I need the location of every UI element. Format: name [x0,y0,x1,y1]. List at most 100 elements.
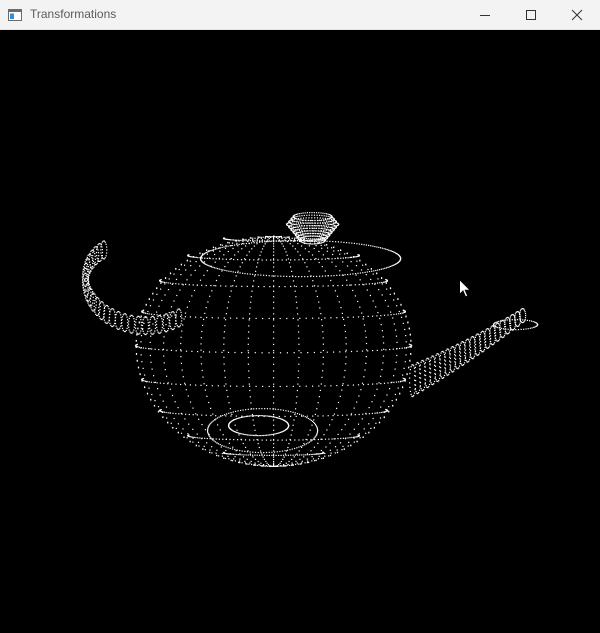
point [244,439,247,441]
point [121,316,124,318]
point [337,241,339,243]
point [253,439,255,441]
point [163,355,165,357]
point [241,433,243,435]
point [414,366,416,368]
point [278,415,280,418]
point [327,223,329,225]
point [96,257,98,259]
point [280,431,282,433]
point [309,227,311,229]
render-viewport[interactable] [0,30,600,628]
title-bar[interactable]: Transformations [0,0,600,30]
point [97,252,100,254]
point [254,462,256,464]
point [150,399,152,401]
point [334,438,336,440]
point [324,258,327,260]
point [94,253,96,255]
point [515,324,517,326]
point [316,214,318,216]
point [151,329,153,331]
point [175,317,177,319]
point [169,316,171,319]
point [170,306,173,308]
point [460,342,462,344]
point [284,286,286,288]
point [293,223,295,225]
point [240,433,242,435]
point [233,244,236,246]
point [385,282,387,284]
point [367,350,369,352]
point [311,222,313,224]
point [305,443,307,445]
point [200,363,203,365]
point [322,234,324,236]
point [305,219,307,222]
point [300,234,302,236]
point [322,451,324,453]
point [215,247,217,249]
point [509,319,511,321]
point [435,379,437,381]
point [86,273,88,276]
point [156,382,158,384]
point [319,275,321,277]
point [453,348,456,350]
point [299,454,301,456]
point [236,418,238,420]
point [273,313,275,315]
point [443,353,446,355]
point [136,360,138,362]
point [110,324,112,326]
point [479,336,481,338]
point [339,395,341,397]
point [92,310,94,312]
point [252,237,254,239]
maximize-button[interactable] [508,0,554,30]
point [177,326,179,328]
point [212,246,215,249]
point [82,279,84,281]
point [297,215,299,217]
point [92,249,94,251]
point [221,444,223,447]
point [263,286,265,288]
point [95,251,98,254]
point [305,240,307,242]
point [324,455,326,457]
point [333,413,335,415]
point [301,233,303,236]
point [211,452,213,454]
point [215,415,217,417]
point [172,311,174,313]
close-button[interactable] [554,0,600,30]
point [350,261,352,263]
point [273,377,275,379]
point [84,267,86,269]
point [439,371,442,373]
point [223,246,225,248]
point [277,417,279,419]
point [476,354,478,356]
point [358,433,360,435]
point [195,413,197,415]
point [240,416,242,418]
point [318,237,320,240]
point [365,413,367,415]
point [263,415,265,417]
point [308,240,310,242]
point [98,298,100,300]
point [342,437,344,439]
point [294,290,296,292]
point [365,356,367,358]
point [148,387,150,389]
point [216,417,219,419]
point [332,415,334,417]
point [320,313,322,315]
point [162,281,164,283]
point [225,383,227,385]
point [101,249,103,251]
minimize-button[interactable] [462,0,508,30]
